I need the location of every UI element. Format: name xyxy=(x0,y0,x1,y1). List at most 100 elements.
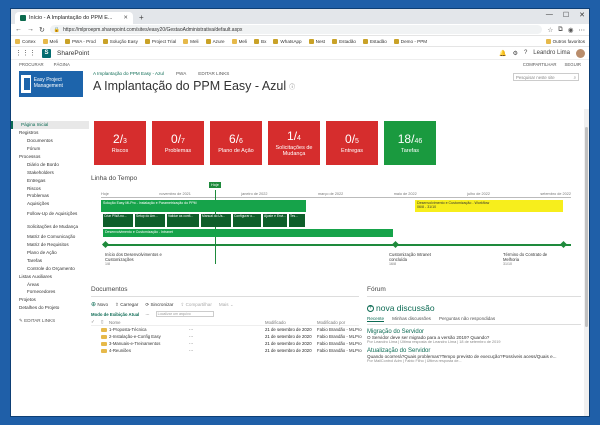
leftnav-item[interactable]: Plano de Ação xyxy=(11,249,89,257)
timeline-task-1[interactable]: Criar PWA no... xyxy=(103,214,133,227)
leftnav-item[interactable]: Projetos xyxy=(11,296,89,304)
upload-button[interactable]: ⇧ Carregar xyxy=(115,302,138,308)
bookmark-item[interactable]: Bx xyxy=(254,38,266,44)
bookmark-item[interactable]: WhatsApp xyxy=(273,38,302,44)
bookmark-item[interactable]: Meli xyxy=(231,38,247,44)
leftnav-item[interactable]: Listas Auxiliares xyxy=(11,272,89,280)
leftnav-item[interactable]: Stakeholders xyxy=(11,168,89,176)
kpi-tile[interactable]: 0/5 Entregas xyxy=(326,121,378,165)
row-more-icon[interactable]: ··· xyxy=(189,327,265,332)
bookmark-item[interactable]: Meli xyxy=(42,38,58,44)
leftnav-item[interactable]: Entregas xyxy=(11,176,89,184)
bookmark-item[interactable]: Demo - PPM xyxy=(393,38,427,44)
menu-icon[interactable]: ⋯ xyxy=(579,26,586,34)
leftnav-item[interactable]: Registros xyxy=(11,129,89,137)
select-all-icon[interactable]: ✓ xyxy=(91,319,101,325)
back-icon[interactable]: ← xyxy=(15,26,22,33)
timeline-task-3[interactable]: Validar as confi... xyxy=(167,214,199,227)
timeline-task-2[interactable]: Setup do Am... xyxy=(135,214,165,227)
bookmark-item[interactable]: Solução Easy xyxy=(102,38,138,44)
tab-unanswered[interactable]: Perguntas não respondidas xyxy=(439,316,495,322)
timeline-bar-main[interactable]: Solução Easy MLPro - Instalação e Parame… xyxy=(101,200,306,212)
minimize-icon[interactable]: — xyxy=(546,11,553,19)
table-row[interactable]: 1-Proposta-Técnica ··· 21 de setembro de 2… xyxy=(91,326,362,333)
column-modified[interactable]: Modificado xyxy=(265,320,317,325)
bookmark-item[interactable]: PWA - Prod xyxy=(64,38,96,44)
leftnav-item[interactable]: Controle do Orçamento xyxy=(11,264,89,272)
new-tab-button[interactable]: + xyxy=(139,13,144,22)
new-button[interactable]: ⊕ Novo xyxy=(91,301,108,308)
leftnav-item[interactable]: Processos xyxy=(11,153,89,161)
ribbon-tab-procurar[interactable]: PROCURAR xyxy=(19,62,44,67)
row-more-icon[interactable]: ··· xyxy=(189,334,265,339)
leftnav-item[interactable]: Matriz de Requisitos xyxy=(11,241,89,249)
tab-my-discussions[interactable]: Minhas discussões xyxy=(392,316,431,322)
site-logo[interactable]: Easy Project Management xyxy=(19,71,83,97)
share-button[interactable]: COMPARTILHAR xyxy=(523,62,557,67)
leftnav-item[interactable]: Fórum xyxy=(11,145,89,153)
timeline-task-6[interactable]: Ajuste e Envi... xyxy=(263,214,287,227)
milestone-1-icon[interactable] xyxy=(101,240,110,249)
table-row[interactable]: 3-Manuais-e-Treinamentos ··· 21 de setembr… xyxy=(91,340,362,347)
leftnav-item[interactable]: Áreas xyxy=(11,280,89,288)
milestone-2-icon[interactable] xyxy=(391,240,400,249)
document-name[interactable]: 3-Manuais-e-Treinamentos xyxy=(109,341,189,346)
timeline-bar-intranet[interactable]: Desenvolvimento e Customização - Intrane… xyxy=(103,229,393,237)
column-name[interactable]: Nome xyxy=(109,320,189,325)
leftnav-item[interactable]: Aquisições xyxy=(11,200,89,208)
leftnav-edit-links[interactable]: ✎ EDITAR LINKS xyxy=(11,317,89,325)
table-row[interactable]: 4-Reuniões ··· 21 de setembro de 2020 Fabio… xyxy=(91,347,362,354)
timeline-task-7[interactable]: Tes... xyxy=(289,214,305,227)
row-more-icon[interactable]: ··· xyxy=(189,341,265,346)
timeline-task-4[interactable]: Manual do Us... xyxy=(201,214,231,227)
timeline-bar-yellow[interactable]: Desenvolvimento e Customização - Workflo… xyxy=(415,200,563,212)
ribbon-tab-pagina[interactable]: PÁGINA xyxy=(54,62,70,67)
column-modified-by[interactable]: Modificado por xyxy=(317,320,363,325)
other-favorites[interactable]: Outros favoritos xyxy=(545,38,585,44)
bookmark-item[interactable]: Azure xyxy=(205,38,225,44)
bookmark-item[interactable]: Estadão xyxy=(332,38,356,44)
refresh-icon[interactable]: ↻ xyxy=(39,26,45,34)
maximize-icon[interactable]: ☐ xyxy=(563,11,569,19)
app-launcher-icon[interactable]: ⋮⋮⋮ xyxy=(15,49,36,57)
kpi-tile[interactable]: 1/4 Solicitações de Mudança xyxy=(268,121,320,165)
find-file-input[interactable]: Localizar um arquivo xyxy=(155,311,214,317)
settings-icon[interactable]: ⚙ xyxy=(513,50,518,57)
leftnav-item[interactable]: Detalhes do Projeto xyxy=(11,304,89,312)
leftnav-item[interactable]: Solicitações de Mudança xyxy=(11,220,89,233)
row-more-icon[interactable]: ··· xyxy=(189,348,265,353)
scrollbar-thumb[interactable] xyxy=(585,127,588,327)
document-name[interactable]: 4-Reuniões xyxy=(109,348,189,353)
bookmark-item[interactable]: Estadão xyxy=(362,38,387,44)
document-name[interactable]: 1-Proposta-Técnica xyxy=(109,327,189,332)
view-more-icon[interactable]: ··· xyxy=(145,312,149,317)
kpi-tile[interactable]: 18/46 Tarefas xyxy=(384,121,436,165)
table-row[interactable]: 2-Instalação-e-Config Easy ··· 21 de setem… xyxy=(91,333,362,340)
bookmark-item[interactable]: Nest xyxy=(308,38,325,44)
leftnav-item[interactable]: Página Inicial xyxy=(11,121,89,129)
url-field[interactable]: 🔒 https://mlproepm.sharepoint.com/sites/… xyxy=(49,25,543,34)
tab-recent[interactable]: Recente xyxy=(367,316,385,322)
current-view-label[interactable]: Modo de Exibição Atual xyxy=(91,312,139,317)
bookmark-item[interactable]: Meli xyxy=(183,38,199,44)
kpi-tile[interactable]: 0/7 Problemas xyxy=(152,121,204,165)
search-icon[interactable]: ⌕ xyxy=(574,75,576,80)
kpi-tile[interactable]: 6/6 Plano de Ação xyxy=(210,121,262,165)
leftnav-item[interactable]: Follow-Up de Aquisições xyxy=(11,208,89,221)
leftnav-item[interactable]: Documentos xyxy=(11,137,89,145)
kpi-tile[interactable]: 2/3 Riscos xyxy=(94,121,146,165)
avatar[interactable] xyxy=(576,48,585,58)
leftnav-item[interactable]: Riscos xyxy=(11,184,89,192)
close-tab-icon[interactable]: ✕ xyxy=(123,15,128,21)
leftnav-item[interactable]: Fornecedores xyxy=(11,288,89,296)
close-window-icon[interactable]: ✕ xyxy=(579,11,585,19)
user-name[interactable]: Leandro Lima xyxy=(533,50,570,56)
page-scrollbar[interactable] xyxy=(584,109,589,416)
top-nav-pwa-link[interactable]: PWA xyxy=(176,71,186,76)
browser-tab[interactable]: Início - A Implantação do PPM E... ✕ xyxy=(15,12,133,24)
sync-button[interactable]: ⟳ Sincronizar xyxy=(145,302,173,308)
site-search-input[interactable]: Pesquisar neste site ⌕ xyxy=(513,73,579,81)
leftnav-item[interactable]: Problemas xyxy=(11,192,89,200)
bookmark-item[interactable]: Project Trial xyxy=(144,38,176,44)
help-icon[interactable]: ? xyxy=(524,50,527,56)
